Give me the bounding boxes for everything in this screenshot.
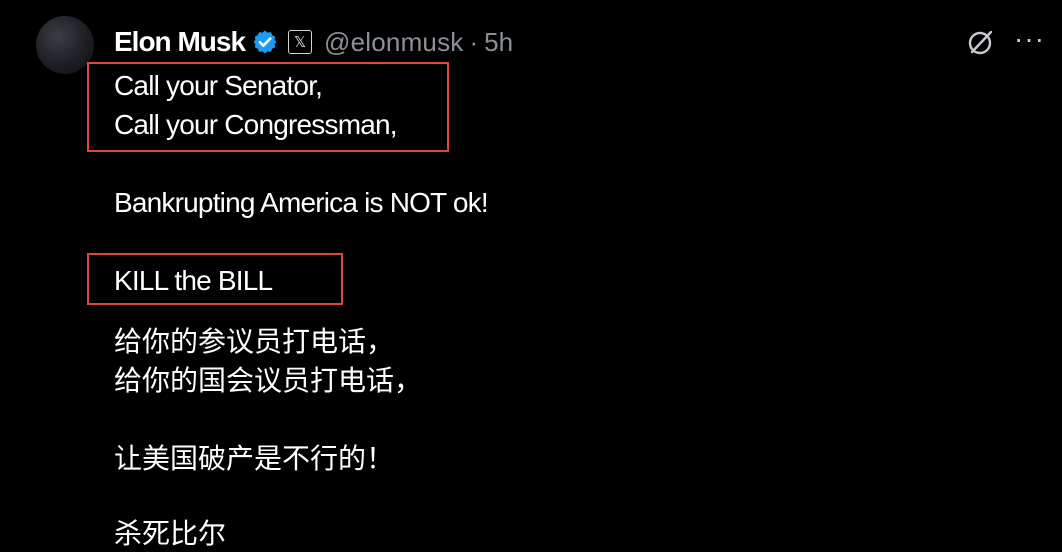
tweet-text-line: 杀死比尔 [114,518,227,549]
avatar[interactable] [36,16,94,74]
tweet-text-line: 给你的国会议员打电话， [114,365,423,396]
tweet-text-line: 让美国破产是不行的！ [114,443,395,474]
highlight-box-call [87,62,449,152]
tweet-timestamp[interactable]: 5h [484,27,513,58]
more-options-icon[interactable]: ··· [1014,24,1045,54]
separator-dot: · [469,26,479,57]
author-handle[interactable]: @elonmusk [324,27,463,58]
tweet-header: Elon Musk 𝕏 @elonmusk · 5h [114,22,513,62]
tweet-text-line: 给你的参议员打电话， [114,326,395,357]
verified-badge-icon [252,29,278,55]
x-affiliate-icon[interactable]: 𝕏 [288,30,313,54]
tweet-text-line: Bankrupting America is NOT ok! [114,187,489,218]
grok-icon[interactable] [966,27,996,57]
highlight-box-kill-bill [87,253,343,305]
author-name[interactable]: Elon Musk [114,26,246,58]
